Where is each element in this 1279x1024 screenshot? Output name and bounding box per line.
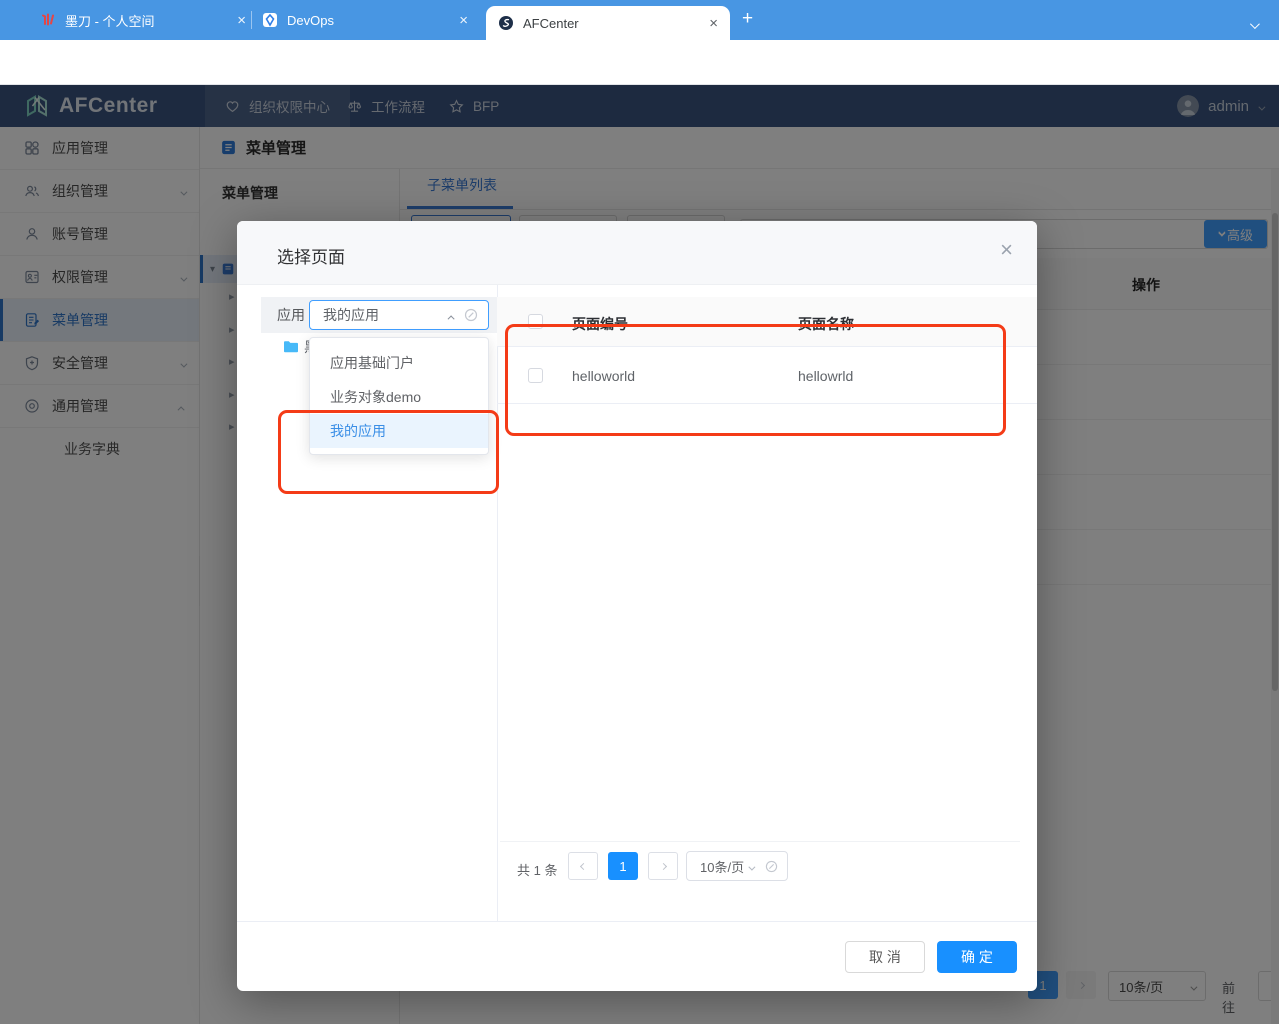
column-header-page-code: 页面编号 <box>572 314 628 334</box>
footer-divider <box>237 921 1037 922</box>
chevron-down-icon <box>748 859 753 874</box>
prev-page-button[interactable] <box>568 852 598 880</box>
cell-page-code: helloworld <box>572 368 635 384</box>
page-number-active[interactable]: 1 <box>608 852 638 880</box>
browser-tab-afcenter-active[interactable]: AFCenter × <box>486 6 730 40</box>
clear-circle-icon[interactable] <box>464 308 478 322</box>
browser-toolbar: ← → 不安全 10.15.15.151:14082/#/menu_auth/m… <box>0 40 1279 85</box>
app-select-value: 我的应用 <box>323 305 379 325</box>
chevron-up-icon <box>450 307 455 323</box>
tab-separator <box>251 11 252 29</box>
tab-title: DevOps <box>287 13 334 28</box>
modao-favicon-icon <box>40 12 56 28</box>
confirm-button[interactable]: 确 定 <box>937 941 1017 973</box>
browser-tab-devops[interactable]: DevOps × <box>262 0 468 40</box>
cell-page-name: hellowrld <box>798 368 853 384</box>
tab-close-icon[interactable]: × <box>709 15 718 32</box>
folder-icon <box>283 340 299 354</box>
tab-list-chevron-icon[interactable] <box>1250 16 1257 34</box>
row-checkbox[interactable] <box>528 368 543 383</box>
cancel-button[interactable]: 取 消 <box>845 941 925 973</box>
screen: 墨刀 - 个人空间 × DevOps × AFCenter × + ← → 不安… <box>0 0 1279 1024</box>
tab-title: AFCenter <box>523 16 579 31</box>
next-page-button[interactable] <box>648 852 678 880</box>
dialog-header <box>237 221 1037 285</box>
browser-tabbar: 墨刀 - 个人空间 × DevOps × AFCenter × + <box>0 0 1279 40</box>
app-select[interactable]: 我的应用 <box>309 300 489 330</box>
dropdown-option[interactable]: 应用基础门户 <box>310 346 488 380</box>
browser-tab-modao[interactable]: 墨刀 - 个人空间 × <box>40 0 246 40</box>
total-count: 共 1 条 <box>517 860 557 879</box>
app-select-dropdown: 应用基础门户 业务对象demo 我的应用 <box>309 337 489 455</box>
column-header-page-name: 页面名称 <box>798 314 854 334</box>
page-size-select[interactable]: 10条/页 <box>686 851 788 881</box>
devops-favicon-icon <box>262 12 278 28</box>
select-all-checkbox[interactable] <box>528 314 543 329</box>
page-size-value: 10条/页 <box>700 857 744 876</box>
new-tab-button[interactable]: + <box>742 8 753 30</box>
tab-close-icon[interactable]: × <box>237 12 246 29</box>
close-icon[interactable]: × <box>1000 239 1013 261</box>
tab-title: 墨刀 - 个人空间 <box>65 11 155 30</box>
afcenter-favicon-icon <box>498 15 514 31</box>
clear-circle-icon[interactable] <box>765 860 778 873</box>
pagination-divider <box>500 841 1020 842</box>
dropdown-option-selected[interactable]: 我的应用 <box>310 414 488 448</box>
app-label: 应用 <box>277 305 305 325</box>
select-page-dialog: 选择页面 × 应用 我的应用 黑 应用基础门户 业务对象demo 我的应用 页面… <box>237 221 1037 991</box>
dialog-title: 选择页面 <box>277 243 345 268</box>
tab-close-icon[interactable]: × <box>459 12 468 29</box>
dropdown-option[interactable]: 业务对象demo <box>310 380 488 414</box>
